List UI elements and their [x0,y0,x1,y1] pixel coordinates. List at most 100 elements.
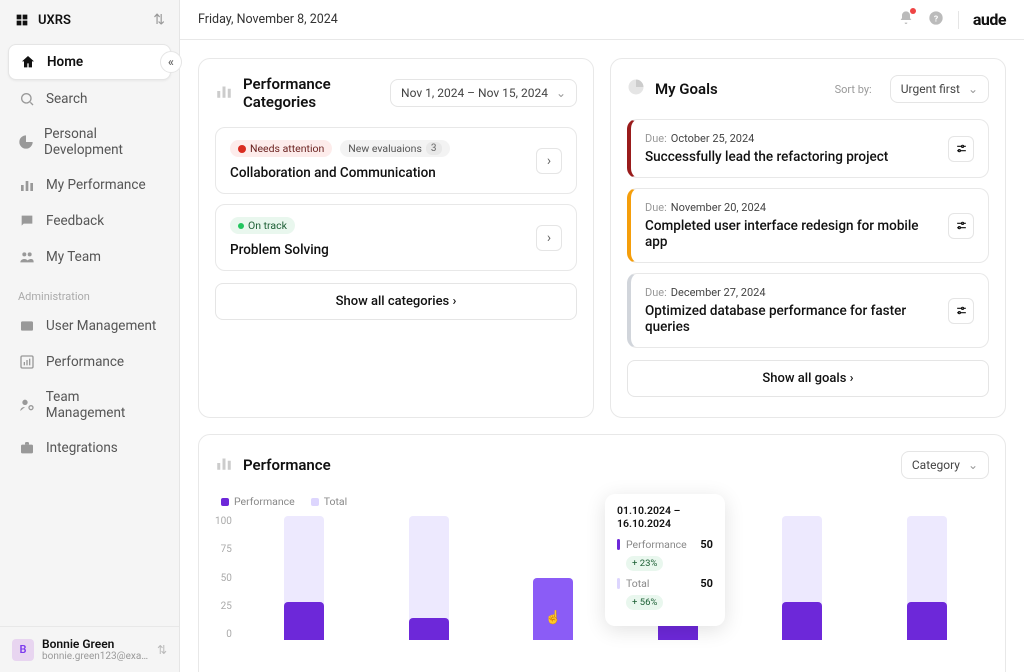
goal-settings-button[interactable] [948,298,974,324]
nav-main: Home « Search Personal Development My Pe… [0,40,179,471]
chevron-right-icon: › [850,371,854,386]
dot-icon [238,223,244,229]
divider [958,11,959,29]
chart-column[interactable] [782,516,822,640]
performance-category-item[interactable]: Needs attention New evaluaions3Collabora… [215,127,577,194]
goal-due: Due:November 20, 2024 [645,201,938,214]
y-tick: 25 [215,601,232,612]
category-title: Collaboration and Communication [230,165,526,181]
open-category-button[interactable]: › [536,225,562,251]
legend-label: Performance [234,495,295,508]
brand-logo: aude [973,10,1006,29]
goal-settings-button[interactable] [948,136,974,162]
performance-categories-card: Performance Categories Nov 1, 2024 – Nov… [198,58,594,418]
chevron-updown-icon: ⇅ [153,12,165,28]
bar-performance [533,578,573,640]
tooltip-range: 01.10.2024 – 16.10.2024 [617,504,713,530]
nav-search[interactable]: Search [8,82,171,116]
show-all-categories-button[interactable]: Show all categories › [215,283,577,320]
bar-total: ☝ [533,578,573,640]
notification-dot-icon [910,8,916,14]
help-button[interactable]: ? [928,10,944,30]
category-title: Problem Solving [230,242,526,258]
legend-swatch-performance [221,498,229,506]
chart-category-value: Category [912,458,960,472]
topbar: Friday, November 8, 2024 ? aude [180,0,1024,40]
nav-integrations[interactable]: Integrations [8,431,171,465]
chart-icon [18,353,36,371]
bar-performance [409,618,449,640]
tooltip-total-label: Total [626,577,694,590]
nav-personal-dev[interactable]: Personal Development [8,118,171,166]
goal-item[interactable]: Due:December 27, 2024 Optimized database… [627,273,989,348]
show-all-label: Show all categories [336,294,450,309]
bar-performance [907,602,947,640]
nav-user-management[interactable]: User Management [8,309,171,343]
goal-item[interactable]: Due:October 25, 2024 Successfully lead t… [627,119,989,178]
date-range-select[interactable]: Nov 1, 2024 – Nov 15, 2024 ⌄ [390,79,577,107]
nav-home[interactable]: Home « [8,44,171,80]
sidebar: UXRS ⇅ Home « Search Personal Developmen… [0,0,180,672]
new-evaluations-badge: New evaluaions3 [340,140,449,157]
nav-my-team[interactable]: My Team [8,240,171,274]
sort-select[interactable]: Urgent first ⌄ [890,75,989,103]
chart-column[interactable] [907,516,947,640]
sidebar-collapse-button[interactable]: « [160,51,182,73]
date-range-value: Nov 1, 2024 – Nov 15, 2024 [401,86,548,100]
card-title: Performance Categories [243,75,380,111]
show-all-goals-button[interactable]: Show all goals › [627,360,989,397]
chart-y-axis: 1007550250 [215,516,242,640]
pie-icon [18,133,34,151]
chevron-down-icon: ⌄ [968,458,978,472]
bar-total [284,516,324,640]
chat-icon [18,212,36,230]
pie-icon [627,78,645,100]
goal-settings-button[interactable] [948,213,974,239]
legend-label: Total [324,495,347,508]
goal-due: Due:December 27, 2024 [645,286,938,299]
content: Performance Categories Nov 1, 2024 – Nov… [180,40,1024,672]
notifications-button[interactable] [898,10,914,30]
tooltip-swatch-total [617,578,620,589]
user-gear-icon [18,396,36,414]
bar-total [782,516,822,640]
search-icon [18,90,36,108]
nav-label: Team Management [46,389,161,421]
workspace-switcher[interactable]: UXRS ⇅ [0,0,179,40]
goal-title: Successfully lead the refactoring projec… [645,149,938,165]
nav-label: User Management [46,318,156,334]
performance-category-item[interactable]: On track Problem Solving › [215,204,577,271]
chart-column[interactable]: ☝ [533,516,573,640]
status-badge-on-track: On track [230,217,295,234]
open-category-button[interactable]: › [536,148,562,174]
user-name: Bonnie Green [42,637,149,651]
nav-feedback[interactable]: Feedback [8,204,171,238]
chart-column[interactable] [409,516,449,640]
nav-label: Home [47,54,83,70]
chart-category-select[interactable]: Category ⌄ [901,451,989,479]
nav-label: Integrations [46,440,118,456]
user-info: Bonnie Green bonnie.green123@example.c..… [42,637,149,662]
nav-label: Personal Development [44,126,161,158]
briefcase-icon [18,439,36,457]
user-card[interactable]: B Bonnie Green bonnie.green123@example.c… [0,626,179,672]
tooltip-total-value: 50 [700,577,713,590]
sort-value: Urgent first [901,82,960,96]
chart-column[interactable] [284,516,324,640]
nav-my-performance[interactable]: My Performance [8,168,171,202]
sort-label: Sort by: [835,83,872,96]
goal-item[interactable]: Due:November 20, 2024 Completed user int… [627,188,989,263]
nav-team-management[interactable]: Team Management [8,381,171,429]
chevron-down-icon: ⌄ [556,86,566,100]
goal-due: Due:October 25, 2024 [645,132,938,145]
id-icon [18,317,36,335]
nav-label: My Performance [46,177,146,193]
nav-label: Search [46,91,87,107]
nav-label: My Team [46,249,101,265]
show-all-label: Show all goals [762,371,846,386]
legend-swatch-total [311,498,319,506]
y-tick: 100 [215,516,232,527]
nav-performance-admin[interactable]: Performance [8,345,171,379]
topbar-date: Friday, November 8, 2024 [198,12,338,27]
nav-label: Performance [46,354,124,370]
